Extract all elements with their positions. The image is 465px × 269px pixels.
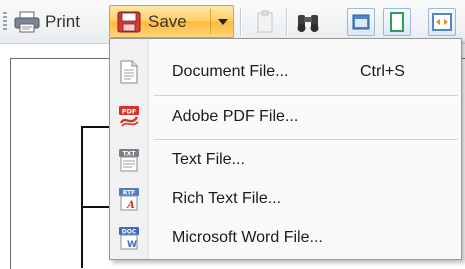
save-split-divider: [210, 9, 211, 34]
svg-text:TXT: TXT: [123, 151, 137, 158]
floppy-disk-icon: [116, 10, 142, 34]
tree-connector: [81, 126, 83, 268]
menu-item-text-file[interactable]: TXT Text File...: [110, 141, 461, 179]
chevron-down-icon[interactable]: [218, 19, 228, 25]
svg-text:A: A: [126, 200, 135, 211]
toolbar-separator: [240, 8, 242, 36]
clipboard-button[interactable]: [251, 8, 279, 36]
svg-text:RTF: RTF: [123, 190, 136, 197]
svg-text:W: W: [127, 240, 137, 250]
fit-width-icon: [429, 9, 455, 35]
tree-connector: [82, 206, 110, 208]
print-button[interactable]: Print: [14, 8, 80, 36]
document-icon: [117, 60, 141, 84]
page-width-button[interactable]: [347, 8, 375, 36]
menu-item-label: Adobe PDF File...: [172, 108, 299, 125]
txt-file-icon: TXT: [117, 148, 141, 172]
menu-item-document-file[interactable]: Document File... Ctrl+S: [110, 53, 461, 91]
tree-connector: [82, 126, 110, 128]
find-button[interactable]: [294, 8, 322, 36]
page-view-icon: [384, 9, 410, 35]
rtf-file-icon: RTF A: [117, 187, 141, 211]
menu-item-label: Text File...: [172, 151, 245, 168]
doc-file-icon: DOC W: [117, 226, 141, 250]
clipboard-icon: [251, 8, 279, 36]
toolbar-separator: [286, 8, 288, 36]
svg-text:DOC: DOC: [122, 229, 137, 236]
window-icon: [348, 9, 374, 35]
save-button[interactable]: Save: [109, 5, 234, 38]
menu-item-shortcut: Ctrl+S: [360, 63, 405, 80]
printer-icon: [14, 11, 40, 33]
menu-item-pdf-file[interactable]: PDF Adobe PDF File...: [110, 98, 461, 136]
toolbar-grip[interactable]: [3, 12, 7, 32]
pdf-file-icon: PDF: [117, 105, 141, 129]
save-dropdown-menu: Document File... Ctrl+S PDF Adobe PDF Fi…: [109, 38, 462, 260]
menu-item-word-file[interactable]: DOC W Microsoft Word File...: [110, 219, 461, 257]
svg-text:PDF: PDF: [122, 107, 137, 115]
menu-divider: [154, 95, 458, 97]
menu-item-label: Document File...: [172, 63, 289, 80]
menu-item-rich-text-file[interactable]: RTF A Rich Text File...: [110, 180, 461, 218]
menu-item-label: Microsoft Word File...: [172, 229, 323, 246]
one-page-button[interactable]: [383, 8, 411, 36]
print-label: Print: [45, 12, 80, 31]
fit-width-button[interactable]: [428, 8, 456, 36]
menu-item-label: Rich Text File...: [172, 190, 282, 207]
save-label: Save: [148, 11, 187, 31]
binoculars-icon: [294, 8, 322, 36]
